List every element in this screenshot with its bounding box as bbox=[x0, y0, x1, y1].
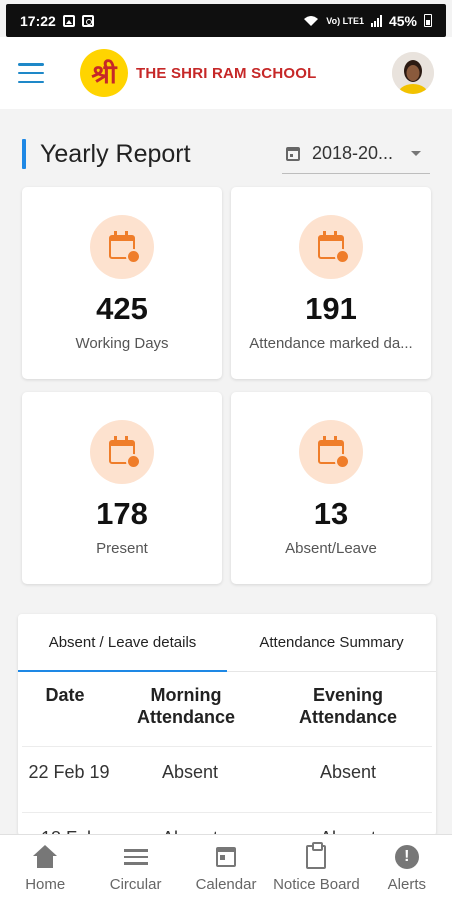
stat-icon-circle bbox=[90, 420, 154, 484]
battery-icon bbox=[424, 14, 432, 27]
calendar-clock-icon bbox=[318, 231, 350, 264]
home-icon bbox=[32, 844, 58, 870]
nav-label: Alerts bbox=[387, 876, 426, 893]
nav-label: Calendar bbox=[195, 876, 257, 893]
row-date: 22 Feb 19 bbox=[28, 762, 110, 782]
avatar[interactable] bbox=[392, 52, 434, 94]
bottom-navigation: Home Circular Calendar Notice Board ! Al… bbox=[0, 834, 452, 900]
year-dropdown[interactable]: 2018-20... bbox=[282, 134, 430, 174]
nav-alerts[interactable]: ! Alerts bbox=[362, 835, 452, 900]
table-row: 18 Feb Absent Absent bbox=[22, 812, 432, 836]
school-name: THE SHRI RAM SCHOOL bbox=[136, 64, 317, 82]
stat-icon-circle bbox=[299, 420, 363, 484]
column-header-date: Date bbox=[45, 685, 85, 705]
school-logo: श्री bbox=[80, 49, 128, 97]
stat-icon-circle bbox=[90, 215, 154, 279]
calendar-icon bbox=[213, 844, 239, 870]
stat-value: 425 bbox=[96, 291, 148, 326]
signal-icon bbox=[370, 14, 382, 27]
table-row: 22 Feb 19 Absent Absent bbox=[22, 746, 432, 812]
nav-label: Circular bbox=[109, 876, 162, 893]
row-morning: Absent bbox=[161, 762, 219, 782]
nav-label: Home bbox=[25, 876, 66, 893]
status-bar: 17:22 Vo) LTE1 45% bbox=[6, 4, 446, 37]
calendar-clock-icon bbox=[109, 436, 141, 469]
page-title: Yearly Report bbox=[40, 139, 191, 168]
clipboard-icon bbox=[303, 842, 329, 870]
stat-card-working-days: 425 Working Days bbox=[22, 187, 222, 379]
stat-card-attendance-marked: 191 Attendance marked da... bbox=[231, 187, 431, 379]
notification-icon bbox=[81, 14, 94, 27]
hamburger-menu-icon[interactable] bbox=[18, 63, 44, 83]
stat-value: 178 bbox=[96, 496, 148, 531]
row-evening: Absent bbox=[319, 762, 377, 782]
tab-absent-leave-details[interactable]: Absent / Leave details bbox=[18, 614, 227, 672]
alert-icon: ! bbox=[394, 844, 420, 870]
calendar-clock-icon bbox=[318, 436, 350, 469]
battery-percent: 45% bbox=[388, 12, 417, 29]
wifi-icon bbox=[304, 15, 319, 26]
nav-label: Notice Board bbox=[273, 876, 360, 893]
stat-label: Absent/Leave bbox=[285, 540, 377, 557]
year-value: 2018-20... bbox=[312, 143, 394, 163]
app-header: श्री THE SHRI RAM SCHOOL bbox=[0, 37, 452, 109]
stat-icon-circle bbox=[299, 215, 363, 279]
stat-card-absent-leave: 13 Absent/Leave bbox=[231, 392, 431, 584]
app-screen: 17:22 Vo) LTE1 45% श्री THE SHRI RAM SCH… bbox=[0, 0, 452, 900]
nav-home[interactable]: Home bbox=[0, 835, 90, 900]
stat-card-present: 178 Present bbox=[22, 392, 222, 584]
tab-attendance-summary[interactable]: Attendance Summary bbox=[227, 614, 436, 671]
logo-mark: श्री bbox=[91, 60, 117, 90]
calendar-clock-icon bbox=[109, 231, 141, 264]
details-tabs: Absent / Leave details Attendance Summar… bbox=[18, 614, 436, 672]
status-left: 17:22 bbox=[20, 13, 94, 29]
table-header: Date Morning Attendance Evening Attendan… bbox=[18, 672, 436, 746]
column-header-morning: Morning Attendance bbox=[136, 685, 235, 727]
stat-label: Present bbox=[96, 540, 148, 557]
stat-value: 13 bbox=[313, 496, 349, 531]
calendar-icon bbox=[286, 146, 300, 161]
stat-label: Working Days bbox=[75, 335, 169, 352]
list-icon bbox=[123, 844, 149, 870]
status-time: 17:22 bbox=[20, 12, 56, 29]
title-accent-bar bbox=[22, 139, 26, 169]
nav-notice-board[interactable]: Notice Board bbox=[271, 835, 361, 900]
attendance-details-panel: Absent / Leave details Attendance Summar… bbox=[18, 614, 436, 836]
network-label: Vo) LTE1 bbox=[326, 15, 364, 26]
column-header-evening: Evening Attendance bbox=[298, 685, 397, 727]
status-right: Vo) LTE1 45% bbox=[303, 13, 432, 29]
gallery-icon bbox=[62, 14, 75, 27]
chevron-down-icon bbox=[411, 151, 422, 156]
stat-value: 191 bbox=[305, 291, 357, 326]
nav-circular[interactable]: Circular bbox=[90, 835, 180, 900]
nav-calendar[interactable]: Calendar bbox=[181, 835, 271, 900]
stat-label: Attendance marked da... bbox=[249, 335, 413, 352]
avatar-image bbox=[392, 52, 434, 94]
report-header: Yearly Report 2018-20... bbox=[22, 134, 430, 174]
